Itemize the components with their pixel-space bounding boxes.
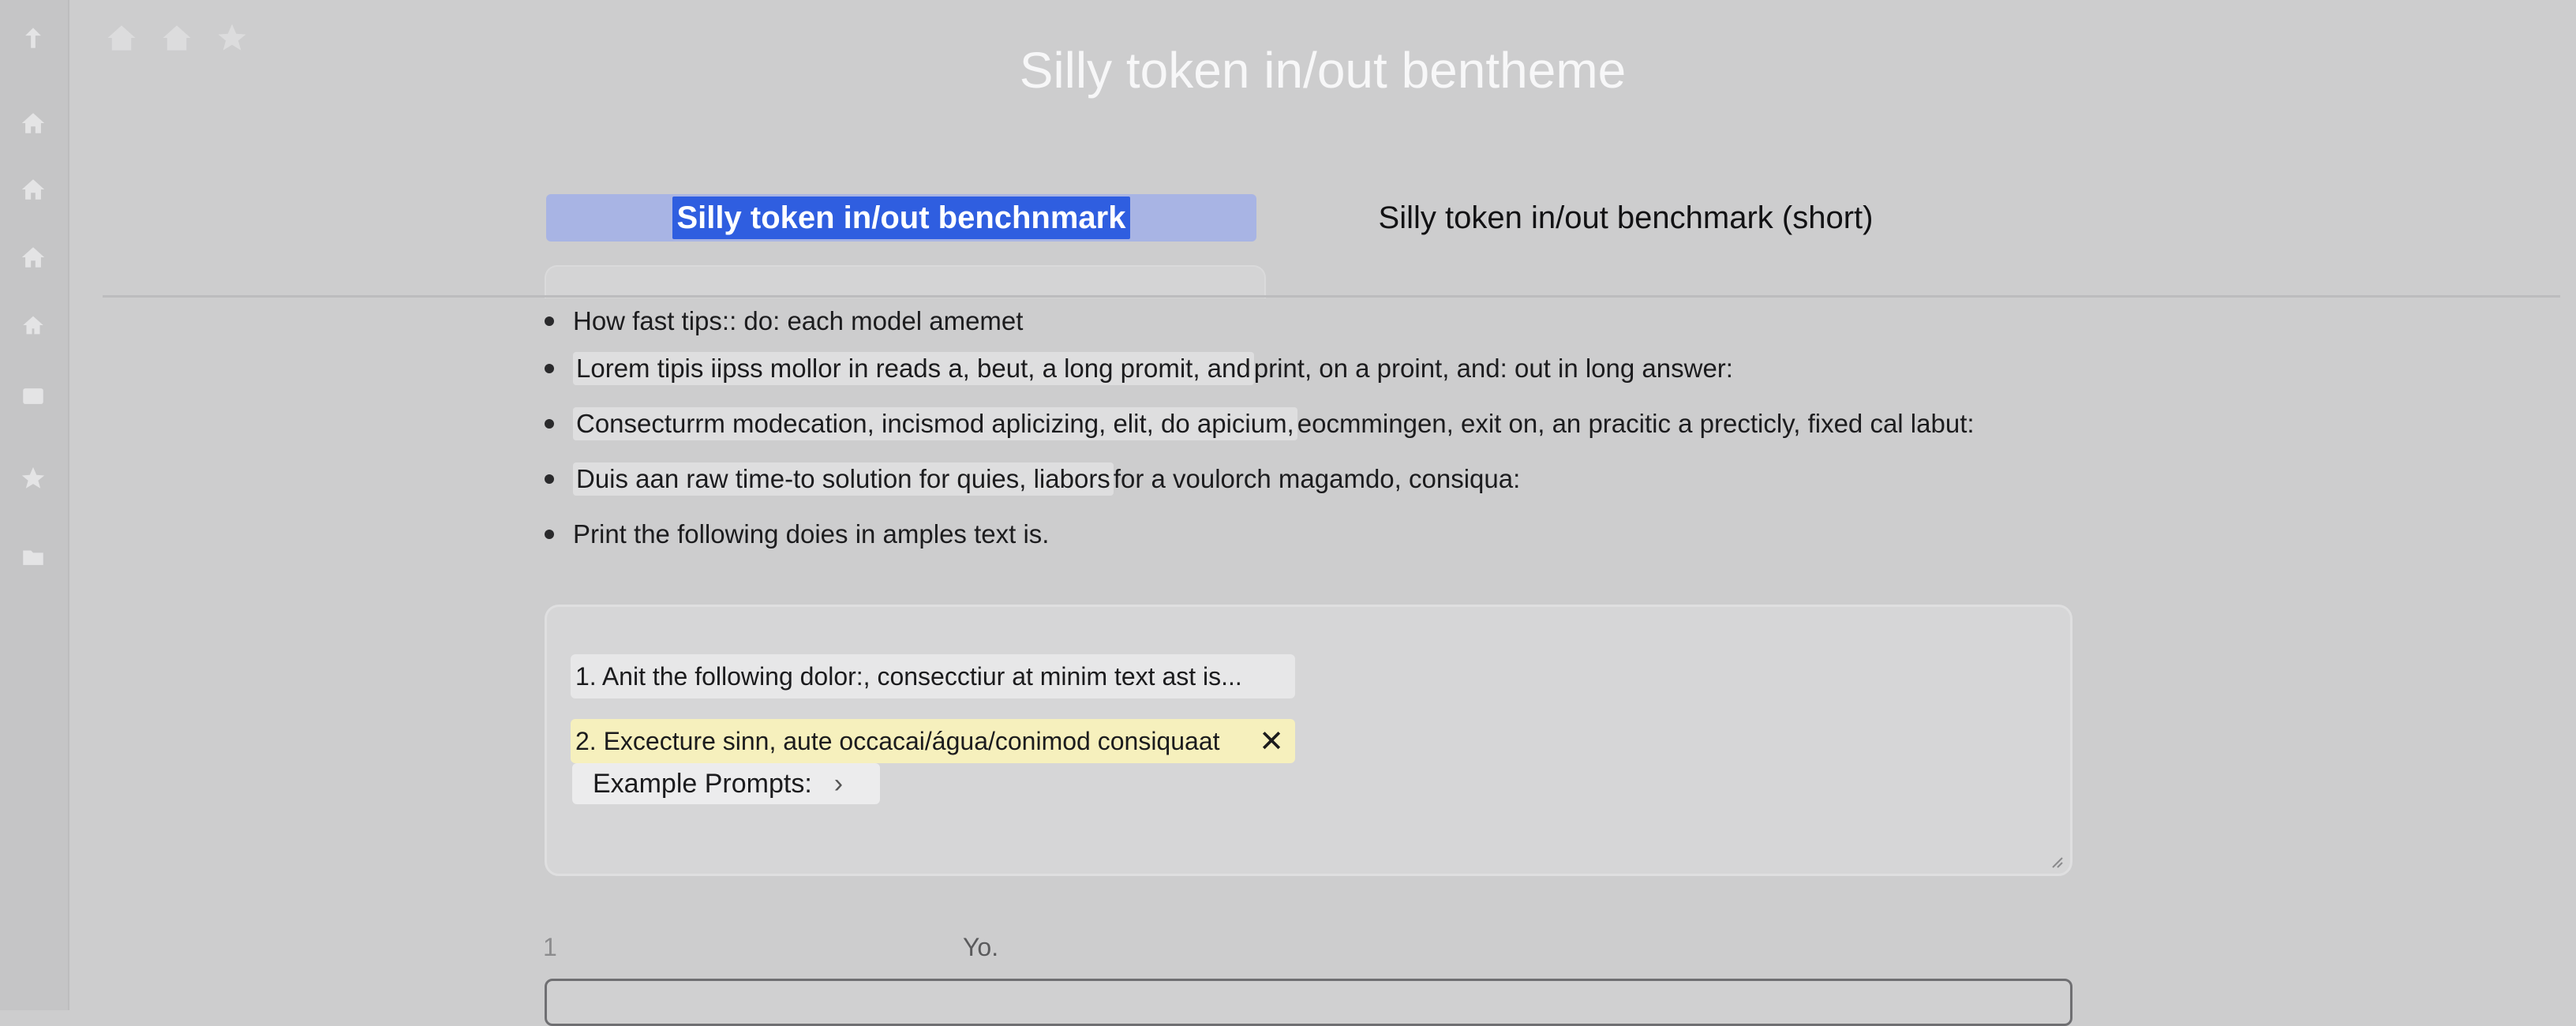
list-item: Print the following doies in amples text… bbox=[545, 507, 1975, 562]
line-number: 1 bbox=[543, 933, 557, 961]
list-item-highlight: Lorem tipis iipss mollor in reads a, beu… bbox=[573, 352, 1254, 385]
list-item-text: eocmmingen, exit on, an pracitic a prect… bbox=[1297, 409, 1975, 438]
star-icon[interactable] bbox=[17, 462, 49, 494]
prompt-input[interactable]: 1. Anit the following dolor:, consecctiu… bbox=[545, 605, 2072, 876]
page-title: Silly token in/out bentheme bbox=[1019, 42, 1627, 99]
home-icon[interactable] bbox=[17, 107, 49, 139]
output-field[interactable] bbox=[545, 979, 2072, 1026]
divider bbox=[103, 295, 2560, 298]
resize-handle-icon[interactable] bbox=[2048, 853, 2064, 869]
tab-label: Silly token in/out benchmark (short) bbox=[1378, 200, 1874, 235]
list-item-text: print, on a proint, and: out in long ans… bbox=[1253, 354, 1733, 383]
home-icon[interactable] bbox=[17, 174, 49, 205]
prompt-item-text: 1. Anit the following dolor:, consecctiu… bbox=[575, 661, 1242, 691]
prompt-item-text: 2. Excecture sinn, aute occacai/água/con… bbox=[575, 726, 1220, 755]
close-icon[interactable]: ✕ bbox=[1259, 724, 1290, 759]
left-sidebar bbox=[0, 0, 69, 1010]
description-list: How fast tips:: do: each model amemet Lo… bbox=[545, 301, 1975, 562]
tab-panel-edge bbox=[545, 265, 1266, 298]
home-icon[interactable] bbox=[17, 309, 49, 341]
list-item: Duis aan raw time-to solution for quies,… bbox=[545, 451, 1975, 507]
list-item: Lorem tipis iipss mollor in reads a, beu… bbox=[545, 341, 1975, 396]
output-label: Yo. bbox=[963, 933, 999, 961]
tab-benchmark[interactable]: Silly token in/out benchnmark bbox=[546, 194, 1256, 242]
tab-label: Silly token in/out benchnmark bbox=[672, 197, 1131, 239]
window-icon[interactable] bbox=[17, 380, 49, 412]
list-item-text: How fast tips:: do: each model amemet bbox=[573, 306, 1024, 335]
folder-icon[interactable] bbox=[17, 541, 49, 573]
example-prompts-label: Example Prompts: bbox=[593, 768, 812, 799]
list-item: How fast tips:: do: each model amemet bbox=[545, 301, 1975, 341]
example-prompts-button[interactable]: Example Prompts: › bbox=[572, 763, 880, 804]
chevron-right-icon: › bbox=[833, 768, 844, 799]
list-item: Consecturrm modecation, incismod apliciz… bbox=[545, 396, 1975, 451]
list-item-highlight: Duis aan raw time-to solution for quies,… bbox=[573, 462, 1114, 496]
prompt-item[interactable]: 1. Anit the following dolor:, consecctiu… bbox=[571, 654, 1295, 698]
tab-benchmark-short[interactable]: Silly token in/out benchmark (short) bbox=[1294, 194, 1957, 242]
list-item-text: for a voulorch magamdo, consiqua: bbox=[1113, 464, 1521, 493]
prompt-item-selected[interactable]: 2. Excecture sinn, aute occacai/água/con… bbox=[571, 719, 1295, 763]
list-item-text: Print the following doies in amples text… bbox=[573, 519, 1050, 549]
arrow-up-icon[interactable] bbox=[17, 22, 49, 54]
home-icon[interactable] bbox=[17, 242, 49, 273]
list-item-highlight: Consecturrm modecation, incismod apliciz… bbox=[573, 407, 1297, 440]
